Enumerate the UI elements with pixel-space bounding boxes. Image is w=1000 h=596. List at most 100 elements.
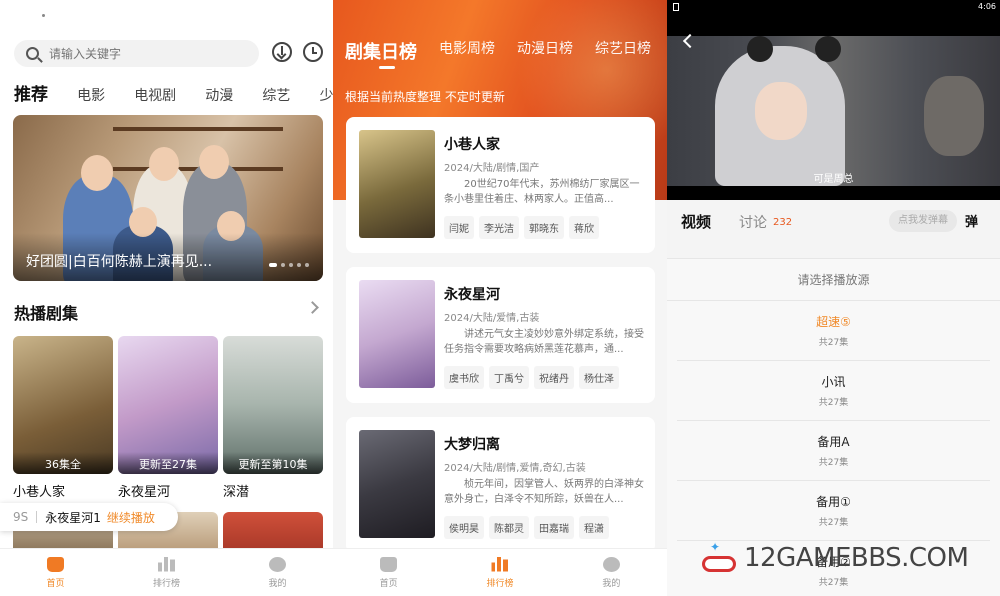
rank-desc: 20世纪70年代末，苏州棉纺厂家属区一条小巷里住着庄、林两家人。正值高... [444, 179, 640, 205]
actor-tag[interactable]: 程潇 [579, 516, 609, 539]
rank-desc: 桢元年间，因掌管人、妖两界的白泽神女意外身亡，白泽令不知所踪，妖兽在人... [444, 479, 644, 505]
tab-home[interactable]: 首页 [333, 549, 444, 596]
poster-badge: 36集全 [13, 452, 113, 474]
continue-episode: 9S [13, 510, 29, 524]
poster-title[interactable]: 深潜 [223, 481, 323, 500]
tab-video[interactable]: 视频 [681, 211, 711, 232]
tab-home[interactable]: 首页 [0, 549, 111, 596]
source-episodes: 共27集 [818, 458, 849, 468]
tab-variety[interactable]: 综艺 [262, 85, 290, 104]
watermark-text: 12GAMEBBS.COM [744, 543, 969, 573]
rank-meta: 2024/大陆/剧情,国产 [444, 163, 540, 174]
source-item[interactable]: 小讯 共27集 [677, 361, 990, 421]
rank-tags: 虞书欣 丁禹兮 祝绪丹 杨仕泽 [444, 366, 619, 389]
rank-title: 永夜星河 [444, 287, 500, 303]
tab-label: 排行榜 [152, 578, 180, 589]
source-episodes: 共27集 [818, 338, 849, 348]
search-input[interactable] [49, 46, 229, 61]
banner-title: 好团圆|白百何陈赫上演再见... [26, 254, 213, 270]
continue-watching-bar[interactable]: 9S 永夜星河1 继续播放 [0, 503, 178, 531]
tab-anime[interactable]: 动漫 [205, 85, 233, 104]
tab-tv[interactable]: 电视剧 [134, 85, 176, 104]
danmu-input[interactable]: 点我发弹幕 [889, 210, 957, 232]
rank-cover [359, 130, 435, 238]
actor-tag[interactable]: 侯明昊 [444, 516, 484, 539]
rank-tags: 闫妮 李光洁 郭晓东 蒋欣 [444, 216, 599, 239]
rank-title: 小巷人家 [444, 137, 500, 153]
history-icon[interactable] [303, 42, 323, 62]
rank-card[interactable]: 大梦归离 2024/大陆/剧情,爱情,奇幻,古装 桢元年间，因掌管人、妖两界的白… [346, 417, 655, 553]
watermark: ✦ 12GAMEBBS.COM [700, 540, 969, 576]
video-art [755, 82, 807, 140]
poster-badge: 更新至27集 [118, 452, 218, 474]
tab-me[interactable]: 我的 [556, 549, 667, 596]
status-time: 4:06 [978, 2, 996, 11]
actor-tag[interactable]: 郭晓东 [524, 216, 564, 239]
tab-rank[interactable]: 排行榜 [444, 549, 555, 596]
search-bar[interactable] [14, 40, 259, 67]
actor-tag[interactable]: 陈都灵 [489, 516, 529, 539]
actor-tag[interactable]: 虞书欣 [444, 366, 484, 389]
rank-card[interactable]: 小巷人家 2024/大陆/剧情,国产 20世纪70年代末，苏州棉纺厂家属区一条小… [346, 117, 655, 253]
rank-title: 大梦归离 [444, 437, 500, 453]
tab-kids[interactable]: 少儿 [319, 85, 333, 104]
poster-card[interactable]: 更新至第10集 [223, 336, 323, 474]
tab-series-daily[interactable]: 剧集日榜 [345, 38, 417, 64]
tab-me[interactable]: 我的 [222, 549, 333, 596]
rank-card[interactable]: 永夜星河 2024/大陆/爱情,古装 讲述元气女主凌妙妙意外绑定系统，接受任务指… [346, 267, 655, 403]
tab-recommend[interactable]: 推荐 [14, 80, 48, 104]
tab-rank[interactable]: 排行榜 [111, 549, 222, 596]
actor-tag[interactable]: 闫妮 [444, 216, 474, 239]
actor-tag[interactable]: 杨仕泽 [579, 366, 619, 389]
rank-cover [359, 430, 435, 538]
banner-carousel[interactable]: 好团圆|白百何陈赫上演再见... [13, 115, 323, 281]
rank-cover [359, 280, 435, 388]
rank-list: 小巷人家 2024/大陆/剧情,国产 20世纪70年代末，苏州棉纺厂家属区一条小… [346, 117, 655, 567]
rank-note: 根据当前热度整理 不定时更新 [345, 90, 505, 104]
download-icon[interactable] [272, 42, 292, 62]
source-item[interactable]: 超速⑤ 共27集 [677, 301, 990, 361]
poster-title[interactable]: 永夜星河 [118, 481, 218, 500]
section-title: 热播剧集 [14, 304, 79, 323]
category-tabs: 推荐 电影 电视剧 动漫 综艺 少儿 [14, 80, 333, 104]
actor-tag[interactable]: 祝绪丹 [534, 366, 574, 389]
video-player[interactable]: 可是周总 [667, 14, 1000, 200]
tab-label: 我的 [268, 578, 287, 589]
actor-tag[interactable]: 田嘉瑞 [534, 516, 574, 539]
actor-tag[interactable]: 李光洁 [479, 216, 519, 239]
tab-label: 首页 [379, 578, 398, 589]
carousel-dots [269, 263, 309, 267]
continue-button[interactable]: 继续播放 [107, 509, 155, 526]
poster-card[interactable] [223, 512, 323, 552]
actor-tag[interactable]: 蒋欣 [569, 216, 599, 239]
bottom-tab-bar: 首页 排行榜 我的 [0, 548, 333, 596]
tab-variety-daily[interactable]: 综艺日榜 [595, 38, 651, 64]
danmu-toggle[interactable]: 弹 [965, 211, 978, 230]
rank-meta: 2024/大陆/爱情,古装 [444, 313, 540, 324]
source-item[interactable]: 备用A 共27集 [677, 421, 990, 481]
poster-title[interactable]: 小巷人家 [13, 481, 113, 500]
poster-card[interactable]: 更新至27集 [118, 336, 218, 474]
profile-icon [602, 556, 620, 572]
tab-movie-weekly[interactable]: 电影周榜 [439, 38, 495, 64]
video-subtitle: 可是周总 [813, 174, 854, 185]
banner-art [113, 127, 283, 131]
source-name: 小讯 [821, 375, 846, 389]
banner-art [199, 145, 229, 179]
tab-comments[interactable]: 讨论 [739, 212, 767, 232]
source-item[interactable]: 备用① 共27集 [677, 481, 990, 541]
home-icon [47, 556, 64, 572]
player-tabs: 视频 讨论 232 点我发弹幕 弹 [667, 200, 1000, 244]
home-icon [380, 556, 398, 572]
source-name: 备用① [816, 495, 851, 509]
chevron-right-icon[interactable] [306, 301, 319, 314]
tab-movie[interactable]: 电影 [77, 85, 105, 104]
tab-anime-daily[interactable]: 动漫日榜 [517, 38, 573, 64]
source-name: 超速⑤ [816, 315, 851, 329]
video-frame [667, 36, 1000, 186]
rank-desc: 讲述元气女主凌妙妙意外绑定系统，接受任务指令需要攻略病娇黑莲花慕声，通... [444, 329, 644, 355]
tab-label: 排行榜 [486, 578, 514, 589]
actor-tag[interactable]: 丁禹兮 [489, 366, 529, 389]
poster-card[interactable]: 36集全 [13, 336, 113, 474]
rank-icon [491, 556, 509, 572]
